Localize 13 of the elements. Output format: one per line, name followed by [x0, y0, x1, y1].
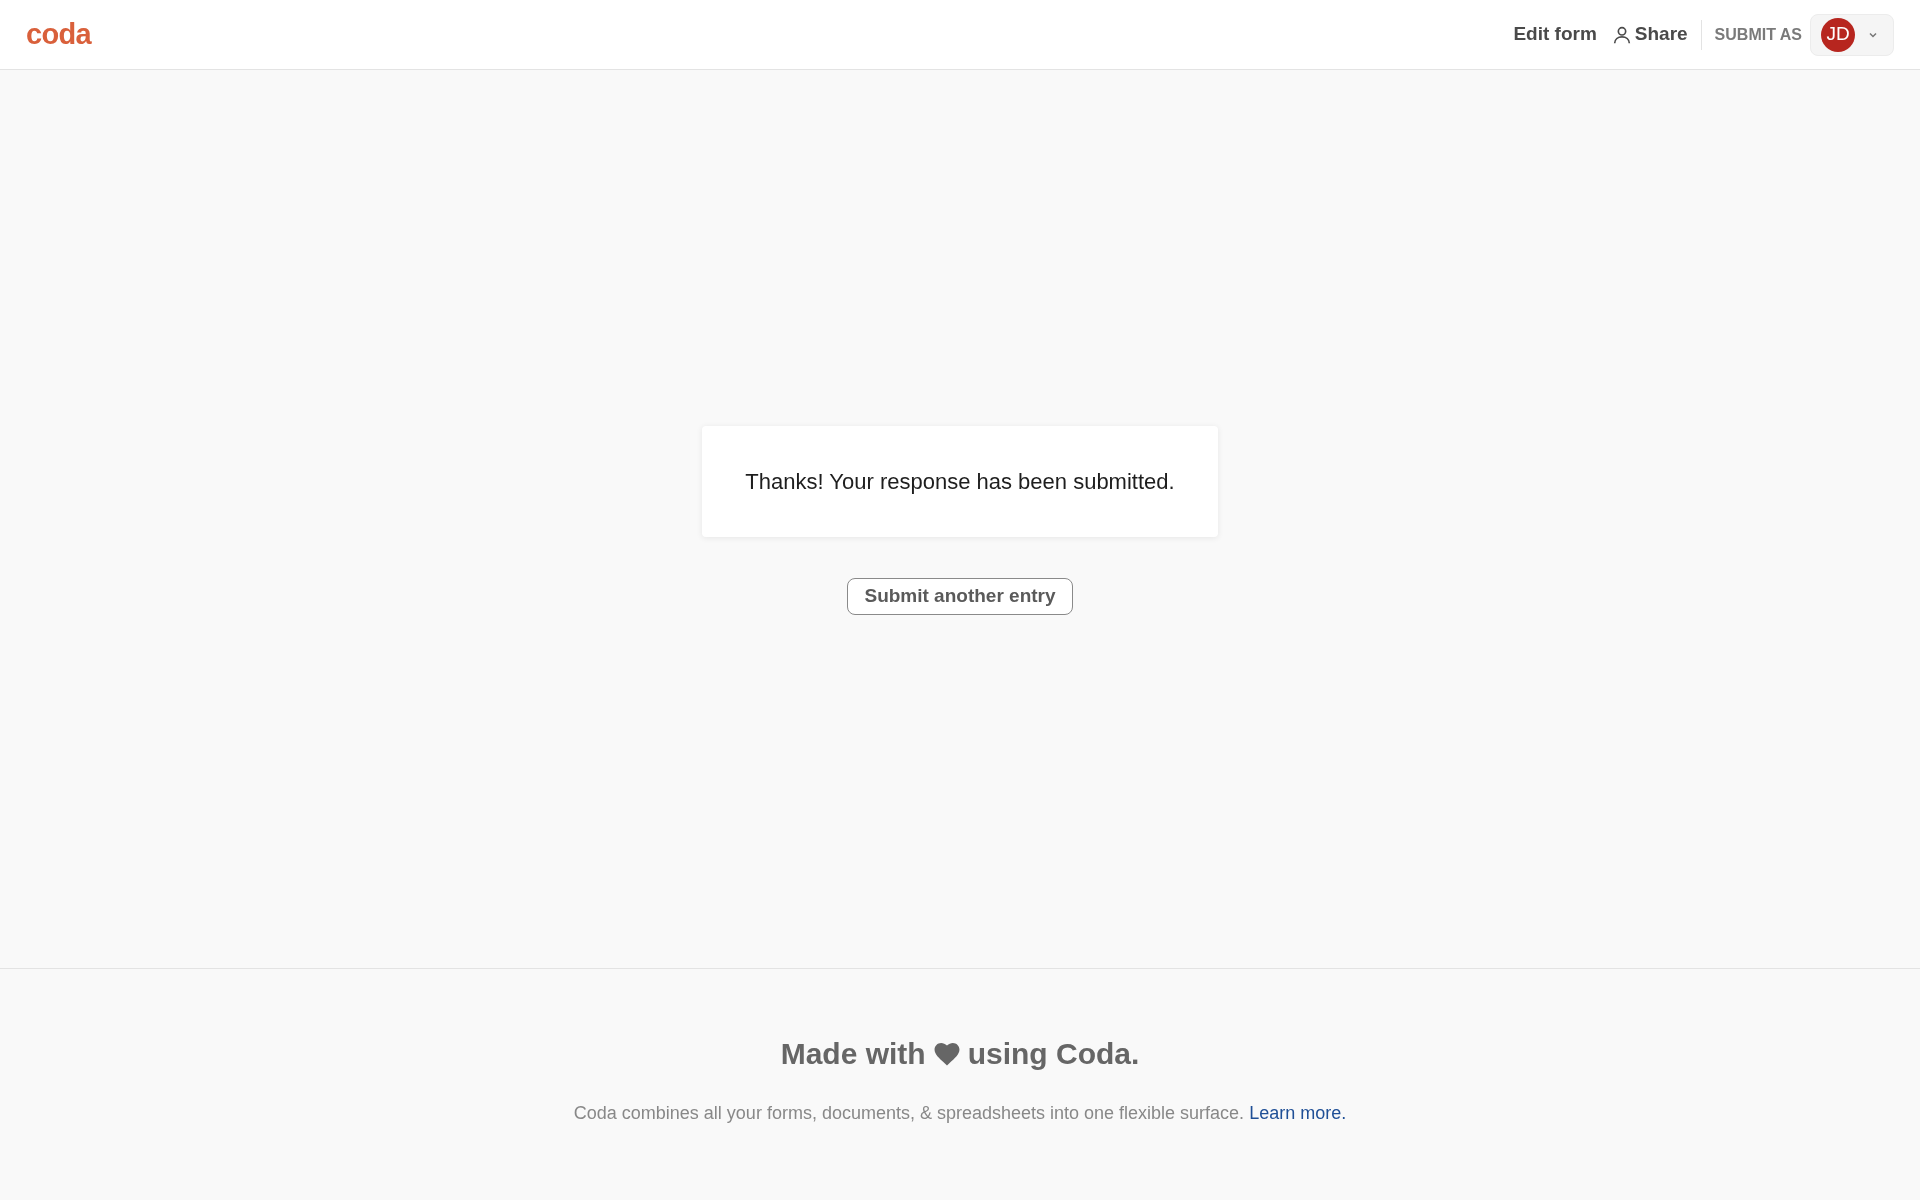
- coda-logo[interactable]: coda: [26, 20, 91, 49]
- share-button[interactable]: Share: [1610, 20, 1688, 49]
- edit-form-link[interactable]: Edit form: [1513, 20, 1597, 49]
- submit-as-label: SUBMIT AS: [1714, 24, 1802, 45]
- confirmation-message: Thanks! Your response has been submitted.: [745, 468, 1175, 496]
- submit-another-entry-button[interactable]: Submit another entry: [847, 578, 1073, 615]
- footer-description: Coda combines all your forms, documents, & spreadsheets into one flexible surface. Learn more.: [573, 1102, 1347, 1125]
- footer-heading-text: Made with: [780, 1036, 926, 1072]
- heart-icon: [933, 1041, 960, 1066]
- footer-heading-text: using Coda.: [967, 1036, 1140, 1072]
- learn-more-link[interactable]: Learn more.: [1249, 1103, 1347, 1123]
- user-avatar: JD: [1821, 17, 1855, 52]
- user-menu-button[interactable]: JD: [1810, 13, 1894, 56]
